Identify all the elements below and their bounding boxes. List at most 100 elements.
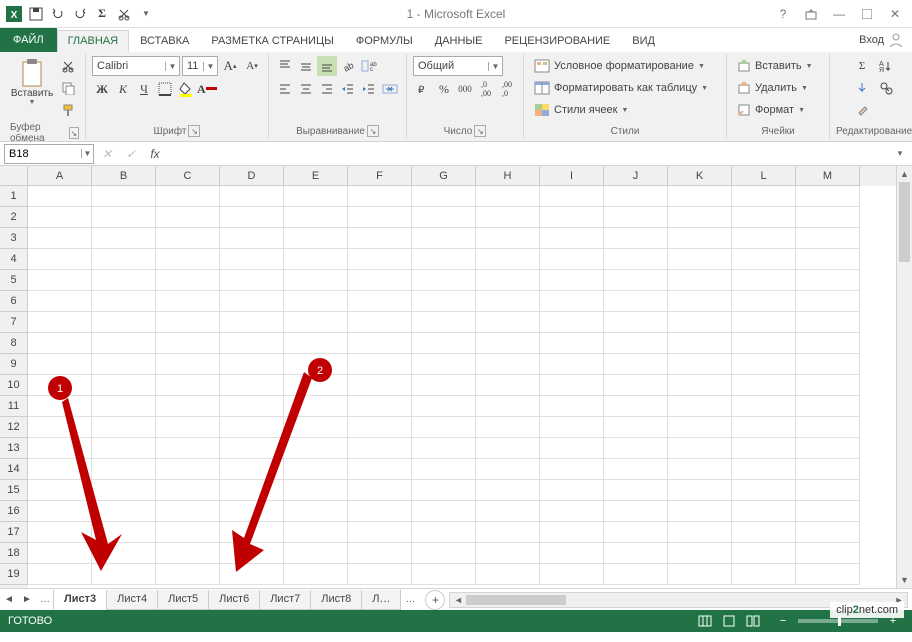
cell[interactable] (348, 438, 412, 459)
font-size-combo[interactable]: 11▼ (182, 56, 218, 76)
cell[interactable] (476, 207, 540, 228)
underline-button[interactable]: Ч (134, 79, 154, 99)
cell[interactable] (796, 480, 860, 501)
cell[interactable] (732, 459, 796, 480)
column-header[interactable]: J (604, 166, 668, 186)
format-painter-button[interactable] (57, 100, 79, 120)
cell[interactable] (92, 291, 156, 312)
scroll-left-icon[interactable]: ◄ (450, 593, 466, 607)
sheet-tab[interactable]: Лист5 (157, 590, 209, 610)
sheet-nav-next-icon[interactable]: ► (18, 590, 36, 610)
cell[interactable] (284, 354, 348, 375)
fx-icon[interactable]: fx (144, 144, 166, 164)
cell[interactable] (476, 291, 540, 312)
cell[interactable] (796, 312, 860, 333)
cell[interactable] (540, 186, 604, 207)
cell[interactable] (348, 312, 412, 333)
cell[interactable] (604, 564, 668, 585)
cell[interactable] (412, 543, 476, 564)
cell[interactable] (28, 375, 92, 396)
cell[interactable] (28, 396, 92, 417)
cell[interactable] (28, 207, 92, 228)
cell[interactable] (28, 228, 92, 249)
cell[interactable] (28, 312, 92, 333)
cell[interactable] (220, 375, 284, 396)
name-box[interactable]: ▼ (4, 144, 94, 164)
cell[interactable] (220, 270, 284, 291)
cell[interactable] (732, 480, 796, 501)
enter-icon[interactable]: ✓ (120, 144, 142, 164)
tab-file[interactable]: ФАЙЛ (0, 28, 57, 52)
cell[interactable] (156, 501, 220, 522)
row-header[interactable]: 4 (0, 249, 28, 270)
cell[interactable] (796, 459, 860, 480)
cell[interactable] (348, 186, 412, 207)
scroll-down-icon[interactable]: ▼ (897, 572, 912, 588)
cell[interactable] (348, 543, 412, 564)
cell[interactable] (540, 207, 604, 228)
cell[interactable] (284, 333, 348, 354)
qat-customize-icon[interactable]: ▼ (136, 4, 156, 24)
cell[interactable] (796, 291, 860, 312)
cell[interactable] (540, 375, 604, 396)
cell[interactable] (28, 459, 92, 480)
cell[interactable] (28, 480, 92, 501)
cell[interactable] (28, 501, 92, 522)
cell[interactable] (348, 375, 412, 396)
page-break-view-icon[interactable] (742, 612, 764, 630)
column-header[interactable]: A (28, 166, 92, 186)
cell[interactable] (220, 543, 284, 564)
cell[interactable] (28, 333, 92, 354)
cell[interactable] (92, 207, 156, 228)
number-dialog-icon[interactable]: ↘ (474, 125, 486, 137)
cell[interactable] (540, 228, 604, 249)
cell[interactable] (412, 249, 476, 270)
column-header[interactable]: G (412, 166, 476, 186)
cell[interactable] (604, 354, 668, 375)
cell[interactable] (540, 522, 604, 543)
cell[interactable] (476, 354, 540, 375)
cell[interactable] (412, 270, 476, 291)
cell[interactable] (540, 354, 604, 375)
cell[interactable] (156, 480, 220, 501)
row-header[interactable]: 1 (0, 186, 28, 207)
cell[interactable] (220, 186, 284, 207)
cells-area[interactable] (28, 186, 896, 588)
vscroll-thumb[interactable] (899, 182, 910, 262)
cell[interactable] (796, 228, 860, 249)
paste-button[interactable]: Вставить ▼ (10, 56, 54, 108)
tab-review[interactable]: РЕЦЕНЗИРОВАНИЕ (493, 30, 621, 52)
cell[interactable] (796, 438, 860, 459)
cell[interactable] (220, 417, 284, 438)
column-header[interactable]: M (796, 166, 860, 186)
cell[interactable] (668, 207, 732, 228)
cell[interactable] (156, 312, 220, 333)
cell[interactable] (668, 501, 732, 522)
cell[interactable] (476, 417, 540, 438)
select-all-button[interactable] (0, 166, 28, 186)
cell[interactable] (220, 312, 284, 333)
cell[interactable] (540, 480, 604, 501)
cell[interactable] (284, 438, 348, 459)
cell[interactable] (92, 249, 156, 270)
cell[interactable] (348, 522, 412, 543)
wrap-text-icon[interactable]: abc (359, 56, 379, 76)
cell[interactable] (796, 249, 860, 270)
increase-indent-icon[interactable] (359, 79, 379, 99)
cell[interactable] (156, 228, 220, 249)
cell[interactable] (604, 375, 668, 396)
cell[interactable] (92, 417, 156, 438)
cell[interactable] (604, 186, 668, 207)
cell[interactable] (540, 291, 604, 312)
cell[interactable] (540, 459, 604, 480)
alignment-dialog-icon[interactable]: ↘ (367, 125, 379, 137)
normal-view-icon[interactable] (694, 612, 716, 630)
cell[interactable] (540, 249, 604, 270)
orientation-icon[interactable]: ab (338, 56, 358, 76)
cell[interactable] (348, 249, 412, 270)
cell[interactable] (92, 270, 156, 291)
cell[interactable] (412, 207, 476, 228)
row-header[interactable]: 12 (0, 417, 28, 438)
tab-layout[interactable]: РАЗМЕТКА СТРАНИЦЫ (200, 30, 344, 52)
font-dialog-icon[interactable]: ↘ (188, 125, 200, 137)
